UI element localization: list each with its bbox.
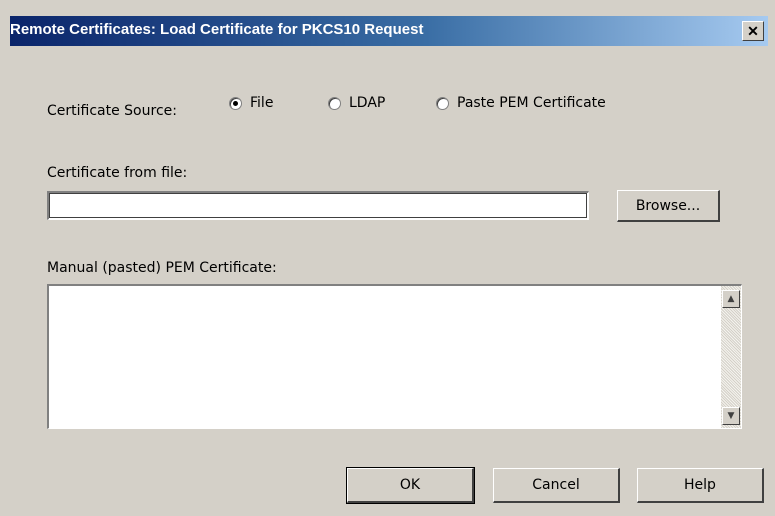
radio-file-indicator — [229, 96, 242, 110]
scroll-up-button[interactable]: ▲ — [722, 290, 740, 308]
dialog-window: Remote Certificates: Load Certificate fo… — [0, 0, 775, 516]
scroll-up-icon: ▲ — [727, 294, 735, 304]
window-title: Remote Certificates: Load Certificate fo… — [10, 21, 424, 38]
manual-pem-label: Manual (pasted) PEM Certificate: — [47, 260, 277, 276]
radio-ldap-indicator — [328, 96, 341, 110]
certificate-source-label: Certificate Source: — [47, 103, 177, 119]
scroll-down-icon: ▼ — [727, 411, 735, 421]
browse-button-label: Browse... — [635, 197, 701, 214]
scroll-down-button[interactable]: ▼ — [722, 407, 740, 425]
radio-ldap[interactable]: LDAP — [328, 95, 385, 111]
radio-paste-pem-label: Paste PEM Certificate — [457, 95, 606, 111]
browse-button[interactable]: Browse... — [617, 190, 720, 222]
cancel-button[interactable]: Cancel — [493, 468, 620, 503]
radio-ldap-label: LDAP — [349, 95, 386, 111]
title-bar: Remote Certificates: Load Certificate fo… — [10, 16, 768, 46]
help-button-label: Help — [684, 477, 716, 493]
cancel-button-label: Cancel — [532, 477, 580, 493]
radio-paste-pem-indicator — [436, 96, 449, 110]
certificate-file-input[interactable] — [47, 191, 589, 220]
radio-file-label: File — [250, 95, 274, 111]
ok-button[interactable]: OK — [346, 467, 475, 504]
manual-pem-textarea[interactable]: ▲ ▼ — [47, 284, 742, 429]
radio-file[interactable]: File — [229, 95, 273, 111]
help-button[interactable]: Help — [637, 468, 764, 503]
ok-button-label: OK — [399, 477, 421, 493]
radio-paste-pem[interactable]: Paste PEM Certificate — [436, 95, 606, 111]
close-button[interactable]: ✕ — [742, 21, 764, 41]
certificate-file-label: Certificate from file: — [47, 165, 188, 181]
close-icon: ✕ — [747, 22, 759, 39]
manual-pem-scrollbar[interactable]: ▲ ▼ — [721, 286, 741, 428]
